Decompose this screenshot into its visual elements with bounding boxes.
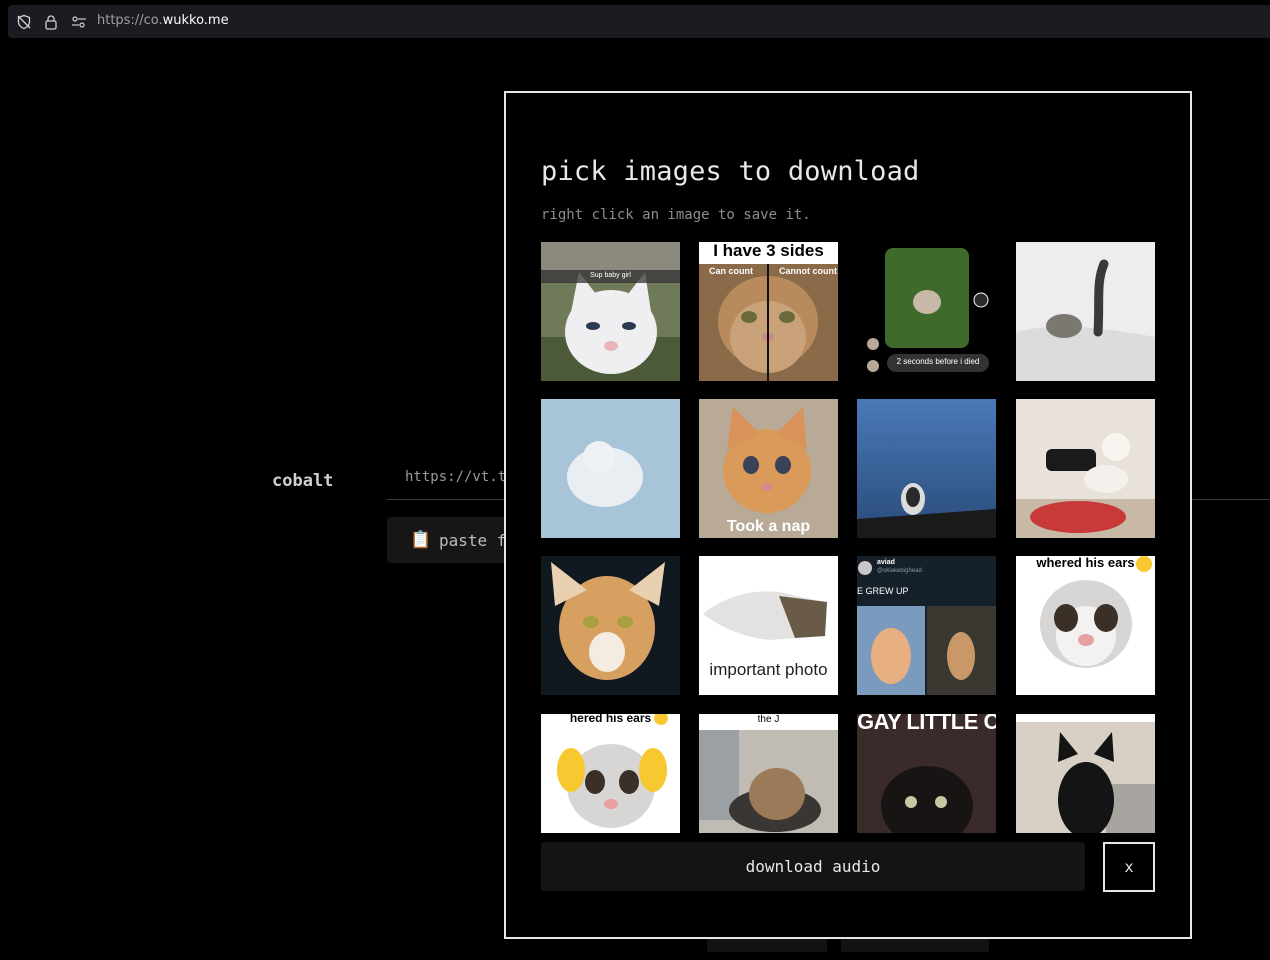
image-caption: GAY LITTLE CAT (857, 714, 996, 734)
image-caption: E GREW UP (857, 586, 909, 596)
cat-photo (541, 399, 680, 538)
image-caption: Took a nap (726, 518, 811, 535)
user-name: aviad (877, 559, 895, 566)
tracking-protection-icon[interactable] (16, 14, 32, 30)
image-caption: Sup baby girl (590, 272, 631, 279)
image-caption: the J (757, 714, 780, 725)
dialog-subtitle: right click an image to save it. (541, 207, 811, 223)
image-thumbnail[interactable]: the J (699, 714, 838, 833)
paste-button-label: paste f (439, 531, 507, 550)
cat-photo (699, 242, 838, 381)
link-input-value: https://vt.t (405, 469, 507, 485)
cat-photo (857, 399, 996, 538)
url-text[interactable]: https://co.wukko.me (97, 13, 229, 28)
image-thumbnail[interactable] (541, 556, 680, 695)
image-thumbnail[interactable] (1016, 242, 1155, 381)
image-thumbnail[interactable]: hered his ears (541, 714, 680, 833)
image-thumbnail[interactable]: important photo (699, 556, 838, 695)
user-handle: @oklakebighead (877, 568, 922, 574)
image-label: Cannot count (779, 266, 837, 276)
address-bar[interactable]: https://co.wukko.me (8, 5, 1270, 38)
image-thumbnail[interactable]: Took a nap (699, 399, 838, 538)
image-caption: 2 seconds before i died (896, 357, 980, 366)
url-prefix: https://co. (97, 13, 163, 28)
image-thumbnail[interactable] (1016, 399, 1155, 538)
cat-photo (699, 730, 838, 833)
cat-photo (857, 561, 996, 695)
image-thumbnail[interactable]: I have 3 sides Can count Cannot count (699, 242, 838, 381)
image-caption: important photo (709, 660, 828, 679)
cat-photo (541, 242, 680, 381)
image-thumbnail[interactable]: whered his ears (1016, 556, 1155, 695)
image-thumbnail[interactable]: 2 seconds before i died (857, 242, 996, 381)
cat-photo (1016, 242, 1155, 381)
image-thumbnail[interactable] (1016, 714, 1155, 833)
image-picker-dialog: pick images to download right click an i… (504, 91, 1192, 939)
cat-photo (1016, 399, 1155, 538)
image-label: Can count (709, 266, 753, 276)
image-thumbnail[interactable] (857, 399, 996, 538)
browser-toolbar: https://co.wukko.me (0, 0, 1270, 44)
image-caption: I have 3 sides (713, 242, 824, 260)
image-thumbnail[interactable]: GAY LITTLE CAT (857, 714, 996, 833)
cat-photo (541, 714, 680, 833)
permissions-icon[interactable] (71, 14, 87, 30)
url-domain: wukko.me (162, 13, 229, 28)
clipboard-icon: 📋 (410, 530, 432, 550)
image-grid: Sup baby girl I have 3 sides Can count C… (541, 242, 1157, 833)
cat-photo (1016, 714, 1155, 833)
image-thumbnail[interactable]: aviad @oklakebighead E GREW UP (857, 556, 996, 695)
image-thumbnail[interactable] (541, 399, 680, 538)
cat-photo (1016, 556, 1155, 695)
close-button[interactable]: x (1103, 842, 1155, 892)
image-thumbnail[interactable]: Sup baby girl (541, 242, 680, 381)
dialog-title: pick images to download (541, 156, 920, 187)
lock-icon[interactable] (43, 14, 59, 30)
image-caption: whered his ears (1036, 556, 1135, 570)
footer-button[interactable] (841, 938, 989, 952)
image-caption: hered his ears (569, 714, 652, 725)
footer-button[interactable] (707, 938, 827, 952)
cat-photo (541, 556, 680, 695)
brand-logo-text: cobalt (272, 471, 334, 491)
download-audio-button[interactable]: download audio (541, 842, 1085, 891)
